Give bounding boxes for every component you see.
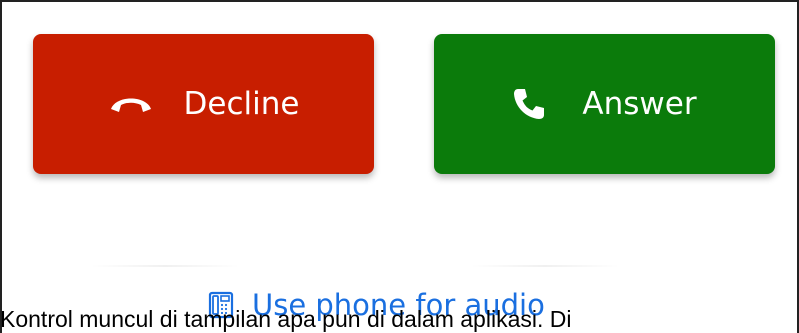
decline-button[interactable]: Decline — [33, 34, 374, 174]
answer-button[interactable]: Answer — [434, 34, 775, 174]
hang-up-icon — [108, 93, 154, 115]
phone-icon — [512, 87, 546, 121]
decline-label: Decline — [183, 86, 300, 122]
caption-text: Kontrol muncul di tampilan apa pun di da… — [0, 306, 572, 332]
divider-left — [90, 265, 240, 267]
answer-label: Answer — [582, 86, 697, 122]
divider-right — [470, 265, 620, 267]
